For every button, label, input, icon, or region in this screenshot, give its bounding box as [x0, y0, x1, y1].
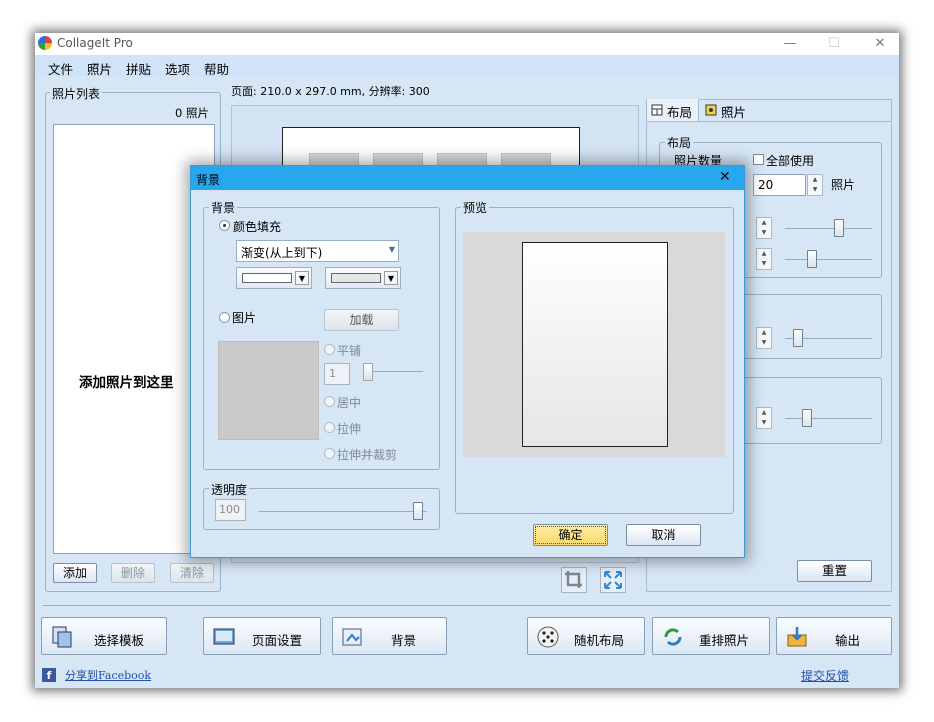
- chevron-down-icon: ▼: [388, 245, 395, 254]
- opacity-input[interactable]: 100: [215, 499, 246, 521]
- feedback-link[interactable]: 提交反馈: [801, 667, 849, 684]
- minimize-button[interactable]: —: [775, 35, 805, 53]
- spacing-slider-track: [785, 228, 872, 229]
- photo-count-spinner[interactable]: ▲ ▼: [807, 174, 823, 196]
- tile-label: 平铺: [337, 344, 362, 358]
- background-dialog: 背景 ✕ 背景 颜色填充 渐变(从上到下) ▼ ▼ ▼ 图片 加载 平铺 1 居…: [190, 165, 745, 558]
- use-all-checkbox[interactable]: [753, 154, 764, 165]
- shadow-spinner[interactable]: ▲ ▼: [756, 407, 772, 429]
- shuffle-photos-button[interactable]: 重排照片: [652, 617, 770, 655]
- shadow-slider-thumb[interactable]: [802, 409, 812, 427]
- image-radio[interactable]: [219, 312, 230, 323]
- reset-button[interactable]: 重置: [797, 560, 872, 582]
- tile-radio[interactable]: [324, 344, 335, 355]
- close-button[interactable]: ✕: [865, 35, 895, 53]
- spacing-slider-thumb[interactable]: [834, 219, 844, 237]
- dialog-title-bar: 背景 ✕: [191, 166, 744, 190]
- export-button[interactable]: 输出: [776, 617, 892, 655]
- photo-count-label: 0 照片: [175, 106, 209, 120]
- color-swatch-start: [242, 273, 292, 283]
- color-picker-end[interactable]: ▼: [325, 267, 401, 289]
- background-group-title: 背景: [209, 199, 238, 216]
- share-facebook-link[interactable]: 分享到Facebook: [65, 667, 151, 683]
- page-setup-icon: [213, 628, 235, 645]
- dialog-close-button[interactable]: ✕: [719, 169, 731, 185]
- margin-slider-thumb[interactable]: [807, 250, 817, 268]
- color-fill-radio[interactable]: [219, 220, 230, 231]
- tab-layout[interactable]: 布局: [647, 99, 699, 121]
- stretch-label: 拉伸: [337, 422, 362, 436]
- margin-spinner[interactable]: ▲ ▼: [756, 248, 772, 270]
- shadow-slider-track: [785, 418, 872, 419]
- stretch-radio[interactable]: [324, 422, 335, 433]
- clear-button[interactable]: 清除: [170, 563, 214, 583]
- preview-page: [522, 242, 668, 447]
- preview-group-title: 预览: [461, 199, 490, 216]
- use-all-label: 全部使用: [766, 154, 815, 168]
- background-button[interactable]: 背景: [332, 617, 447, 655]
- window-title: CollageIt Pro: [57, 36, 133, 50]
- fit-screen-icon[interactable]: [600, 567, 626, 593]
- menu-options[interactable]: 选项: [165, 59, 190, 78]
- crop-icon[interactable]: [561, 567, 587, 593]
- chevron-down-icon: ▼: [384, 271, 398, 285]
- tab-divider: [647, 121, 891, 122]
- rotation-spinner[interactable]: ▲ ▼: [756, 327, 772, 349]
- drop-hint: 添加照片到这里: [79, 375, 174, 391]
- image-thumbnail: [218, 341, 319, 440]
- photo-count-input[interactable]: 20: [753, 174, 806, 196]
- menu-help[interactable]: 帮助: [204, 59, 229, 78]
- spacing-spinner[interactable]: ▲ ▼: [756, 217, 772, 239]
- tile-count-input[interactable]: 1: [324, 363, 350, 385]
- tile-slider-thumb[interactable]: [363, 363, 373, 381]
- random-layout-button[interactable]: 随机布局: [527, 617, 645, 655]
- load-button[interactable]: 加载: [324, 309, 399, 331]
- opacity-slider-thumb[interactable]: [413, 502, 423, 520]
- color-swatch-end: [331, 273, 381, 283]
- delete-button[interactable]: 删除: [111, 563, 155, 583]
- margin-slider-track: [785, 259, 872, 260]
- center-label: 居中: [337, 396, 362, 410]
- template-icon: [52, 626, 72, 648]
- app-logo-icon: [38, 36, 52, 50]
- ok-button[interactable]: 确定: [533, 524, 608, 546]
- color-fill-label: 颜色填充: [233, 220, 282, 234]
- menu-collage[interactable]: 拼贴: [126, 59, 151, 78]
- chevron-down-icon: ▼: [295, 271, 309, 285]
- photo-list-title: 照片列表: [50, 85, 103, 102]
- select-template-button[interactable]: 选择模板: [41, 617, 167, 655]
- background-icon: [342, 628, 362, 646]
- menu-bar: 文件 照片 拼贴 选项 帮助: [35, 55, 899, 77]
- opacity-slider-track: [259, 511, 427, 512]
- layout-group-title: 布局: [665, 134, 694, 151]
- menu-file[interactable]: 文件: [48, 59, 73, 78]
- dialog-title: 背景: [196, 173, 221, 187]
- opacity-group-title: 透明度: [209, 481, 250, 498]
- tab-photo[interactable]: 照片: [701, 99, 761, 121]
- photo-count-unit: 照片: [831, 178, 856, 192]
- maximize-button[interactable]: ☐: [819, 35, 849, 53]
- add-button[interactable]: 添加: [53, 563, 97, 583]
- gradient-select[interactable]: 渐变(从上到下) ▼: [236, 240, 399, 262]
- separator: [43, 605, 891, 606]
- facebook-icon[interactable]: f: [42, 668, 56, 682]
- menu-photo[interactable]: 照片: [87, 59, 112, 78]
- refresh-icon: [664, 628, 682, 646]
- stretch-crop-radio[interactable]: [324, 448, 335, 459]
- title-bar: CollageIt Pro — ☐ ✕: [35, 33, 899, 55]
- image-label: 图片: [232, 311, 257, 325]
- center-radio[interactable]: [324, 396, 335, 407]
- page-info: 页面: 210.0 x 297.0 mm, 分辨率: 300: [231, 85, 430, 98]
- rotation-slider-thumb[interactable]: [793, 329, 803, 347]
- stretch-crop-label: 拉伸并裁剪: [337, 448, 398, 462]
- cancel-button[interactable]: 取消: [626, 524, 701, 546]
- export-icon: [787, 627, 807, 647]
- dice-icon: [537, 626, 559, 648]
- color-picker-start[interactable]: ▼: [236, 267, 312, 289]
- page-setup-button[interactable]: 页面设置: [203, 617, 321, 655]
